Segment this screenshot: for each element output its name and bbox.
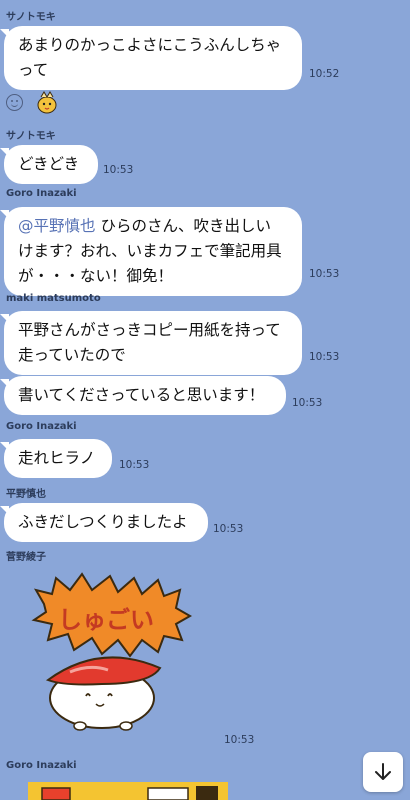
message-bubble[interactable]: 走れヒラノ [0,439,112,478]
sender-name: 平野慎也 [6,489,46,500]
message-text-line: が・・・ない！御免！ [18,267,174,285]
message-time: 10:53 [224,734,255,746]
message-text-line: けます？おれ、いまカフェで筆記用具 [18,242,282,260]
message-time: 10:53 [119,459,150,471]
message-text: 走れヒラノ [18,449,96,467]
message-text-line: って [18,61,49,79]
sender-name: maki matsumoto [6,293,101,304]
arrow-down-icon [375,763,391,780]
message-bubble[interactable]: どきどき [0,145,98,184]
sticker-label: しゅごい [58,606,154,634]
message-text: 書いてくださっていると思います！ [18,386,265,404]
chick-sticker-icon[interactable] [36,90,58,114]
message-bubble[interactable]: 平野さんがさっきコピー用紙を持って 走っていたので [0,311,302,375]
message-bubble[interactable]: @平野慎也 ひらのさん、吹き出しい けます？おれ、いまカフェで筆記用具 が・・・… [0,207,302,296]
sender-name: サノトモキ [6,12,56,23]
sender-name: Goro Inazaki [6,188,77,199]
message-text-line: 平野さんがさっきコピー用紙を持って [18,321,281,339]
add-reaction-icon[interactable] [6,94,23,111]
message-text-line: 走っていたので [18,346,126,364]
sender-name: Goro Inazaki [6,421,77,432]
message-time: 10:53 [309,268,340,280]
message-text-line: ひらのさん、吹き出しい [100,217,271,235]
mention-link[interactable]: @平野慎也 [18,217,96,235]
scroll-to-bottom-button[interactable] [363,752,403,792]
message-bubble[interactable]: ふきだしつくりましたよ [0,503,208,542]
sender-name: 菅野綾子 [6,552,46,563]
message-text: ふきだしつくりましたよ [18,513,188,531]
message-time: 10:53 [103,164,134,176]
message-bubble[interactable]: 書いてくださっていると思います！ [0,376,286,415]
message-time: 10:53 [292,397,323,409]
message-time: 10:52 [309,68,340,80]
sushi-sticker[interactable]: しゅごい [30,568,210,738]
message-time: 10:53 [309,351,340,363]
message-text-line: あまりのかっこよさにこうふんしちゃ [18,36,282,54]
message-time: 10:53 [213,523,244,535]
sender-name: Goro Inazaki [6,760,77,771]
partial-sticker[interactable] [28,778,228,800]
message-text: どきどき [18,155,80,173]
sender-name: サノトモキ [6,131,56,142]
message-bubble[interactable]: あまりのかっこよさにこうふんしちゃ って [0,26,302,90]
